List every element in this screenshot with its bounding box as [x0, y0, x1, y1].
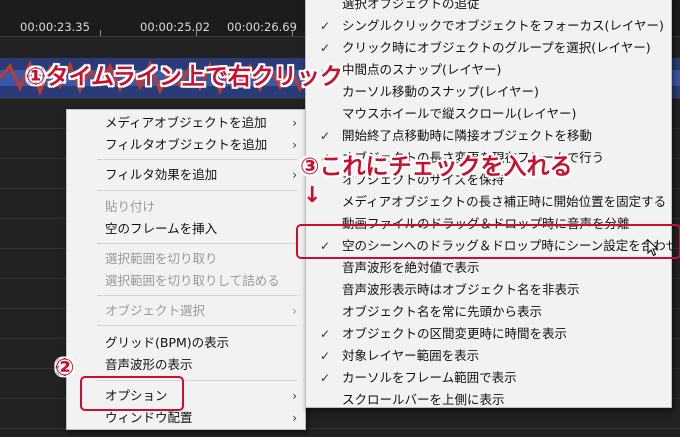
menu-separator — [97, 325, 297, 326]
submenu-item-label: メディアオブジェクトの長さ補正時に開始位置を固定する — [342, 194, 667, 209]
submenu-item-label: 中間点のスナップ(レイヤー) — [342, 62, 502, 77]
menu-item-label: 空のフレームを挿入 — [105, 221, 218, 236]
submenu-item-midpoint-snap[interactable]: ✓ 中間点のスナップ(レイヤー) — [306, 59, 673, 81]
menu-item-label: フィルタオブジェクトを追加 — [105, 137, 268, 152]
chevron-right-icon: › — [292, 304, 297, 318]
annotation-step2: ② — [55, 355, 75, 381]
ruler-time-1: 00:00:23.35 — [20, 20, 90, 34]
submenu-item-label: カーソルをフレーム範囲で表示 — [342, 370, 517, 385]
checkmark-icon: ✓ — [320, 327, 331, 341]
submenu-item-label: 音声波形表示時はオブジェクト名を非表示 — [342, 282, 580, 297]
checkmark-icon: ✓ — [320, 41, 331, 55]
checkmark-icon: ✓ — [320, 129, 331, 143]
submenu-item-cursor-frame-range[interactable]: ✓ カーソルをフレーム範囲で表示 — [306, 367, 673, 389]
menu-item-add-filter-object[interactable]: フィルタオブジェクトを追加 › — [67, 134, 307, 156]
annotation-down-arrow-icon: ↓ — [303, 183, 322, 208]
chevron-right-icon: › — [292, 138, 297, 152]
mouse-cursor-icon — [647, 239, 659, 257]
submenu-item-label: 選択オブジェクトの追従 — [342, 0, 480, 11]
annotation-step1: ①タイムライン上で右クリック — [26, 64, 343, 90]
submenu-item-label: シングルクリックでオブジェクトをフォーカス(レイヤー) — [342, 18, 664, 33]
menu-item-add-filter-effect[interactable]: フィルタ効果を追加 › — [67, 164, 307, 186]
submenu-item-click-select-group[interactable]: ✓ クリック時にオブジェクトのグループを選択(レイヤー) — [306, 37, 673, 59]
highlight-box-match-scene — [296, 224, 680, 259]
menu-item-paste: 貼り付け — [67, 196, 307, 218]
submenu-item-label: クリック時にオブジェクトのグループを選択(レイヤー) — [342, 40, 651, 55]
submenu-item-single-click-focus[interactable]: ✓ シングルクリックでオブジェクトをフォーカス(レイヤー) — [306, 15, 673, 37]
submenu-item-scrollbar-top[interactable]: スクロールバーを上側に表示 — [306, 389, 673, 411]
menu-separator — [97, 159, 297, 160]
submenu-item-label: オブジェクトの区間変更時に時間を表示 — [342, 326, 568, 341]
checkmark-icon: ✓ — [320, 19, 331, 33]
highlight-box-options — [80, 376, 184, 411]
menu-item-show-grid-bpm[interactable]: グリッド(BPM)の表示 — [67, 332, 307, 354]
submenu-item-label: オブジェクト名を常に先頭から表示 — [342, 304, 543, 319]
menu-item-label: オブジェクト選択 — [105, 303, 206, 318]
submenu-item-waveform-absolute[interactable]: 音声波形を絶対値で表示 — [306, 257, 673, 279]
menu-item-add-media-object[interactable]: メディアオブジェクトを追加 › — [67, 112, 307, 134]
submenu-item-label: マウスホイールで縦スクロール(レイヤー) — [342, 106, 577, 121]
chevron-right-icon: › — [292, 411, 297, 425]
submenu-item-label: スクロールバーを上側に表示 — [342, 392, 505, 407]
submenu-item-cursor-snap[interactable]: カーソル移動のスナップ(レイヤー) — [306, 81, 673, 103]
submenu-item-label: 対象レイヤー範囲を表示 — [342, 348, 480, 363]
menu-item-cut-selection-and-close: 選択範囲を切り取りして詰める — [67, 270, 307, 292]
menu-item-label: 音声波形の表示 — [105, 357, 193, 372]
chevron-right-icon: › — [292, 168, 297, 182]
menu-item-label: フィルタ効果を追加 — [105, 167, 218, 182]
submenu-item-move-adjacent[interactable]: ✓ 開始終了点移動時に隣接オブジェクトを移動 — [306, 125, 673, 147]
ruler-time-2: 00:00:25.02 — [140, 20, 210, 34]
menu-item-label: グリッド(BPM)の表示 — [105, 335, 230, 350]
submenu-item-show-time-on-change[interactable]: ✓ オブジェクトの区間変更時に時間を表示 — [306, 323, 673, 345]
chevron-right-icon: › — [292, 389, 297, 403]
submenu-item-follow-selected[interactable]: 選択オブジェクトの追従 — [306, 0, 673, 15]
annotation-step3: ③これにチェックを入れる — [300, 154, 573, 180]
checkmark-icon: ✓ — [320, 371, 331, 385]
options-submenu: 選択オブジェクトの追従 ✓ シングルクリックでオブジェクトをフォーカス(レイヤー… — [305, 0, 673, 411]
submenu-item-label: 開始終了点移動時に隣接オブジェクトを移動 — [342, 128, 593, 143]
menu-item-label: ウィンドウ配置 — [105, 410, 193, 425]
submenu-item-label: カーソル移動のスナップ(レイヤー) — [342, 84, 539, 99]
menu-separator — [97, 295, 297, 296]
menu-separator — [97, 190, 297, 191]
menu-separator — [97, 243, 297, 244]
checkmark-icon: ✓ — [320, 349, 331, 363]
menu-item-label: 選択範囲を切り取り — [105, 251, 218, 266]
menu-item-label: メディアオブジェクトを追加 — [105, 115, 267, 130]
menu-item-object-select: オブジェクト選択 › — [67, 300, 307, 322]
menu-item-insert-empty-frame[interactable]: 空のフレームを挿入 — [67, 218, 307, 240]
submenu-item-wheel-vertical-scroll[interactable]: マウスホイールで縦スクロール(レイヤー) — [306, 103, 673, 125]
chevron-right-icon: › — [292, 116, 297, 130]
ruler-time-3: 00:00:26.69 — [227, 20, 297, 34]
menu-item-label: 選択範囲を切り取りして詰める — [105, 273, 280, 288]
submenu-item-fix-start-position[interactable]: メディアオブジェクトの長さ補正時に開始位置を固定する — [306, 191, 673, 213]
menu-item-show-audio-waveform[interactable]: 音声波形の表示 — [67, 354, 307, 376]
submenu-item-label: 音声波形を絶対値で表示 — [342, 260, 480, 275]
submenu-item-hide-name-on-waveform[interactable]: 音声波形表示時はオブジェクト名を非表示 — [306, 279, 673, 301]
submenu-item-show-target-layer-range[interactable]: ✓ 対象レイヤー範囲を表示 — [306, 345, 673, 367]
submenu-item-name-from-start[interactable]: オブジェクト名を常に先頭から表示 — [306, 301, 673, 323]
menu-item-cut-selection: 選択範囲を切り取り — [67, 248, 307, 270]
menu-item-label: 貼り付け — [105, 199, 156, 214]
